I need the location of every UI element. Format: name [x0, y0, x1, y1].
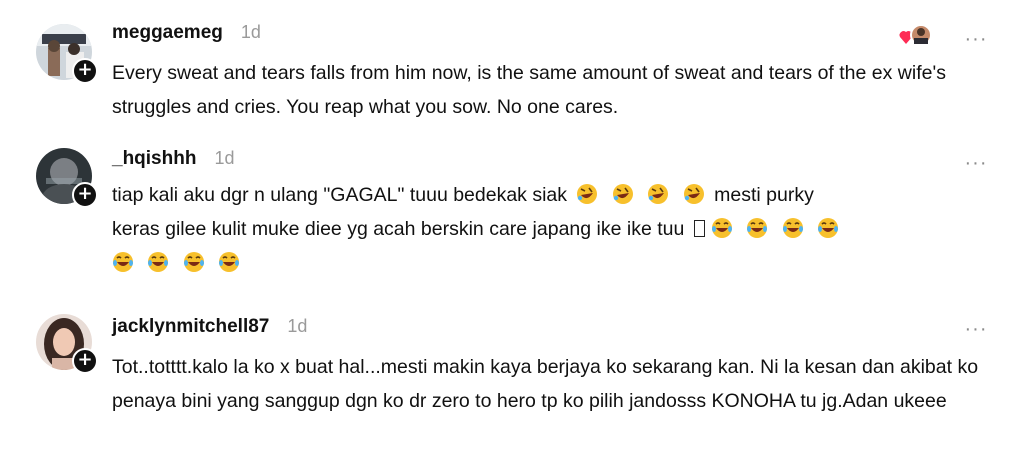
rolling-laughing-emoji-icon	[683, 184, 704, 204]
comment-timestamp: 1d	[240, 22, 261, 42]
rolling-laughing-emoji-icon	[648, 184, 669, 204]
tears-of-joy-emoji-icon	[148, 252, 169, 272]
comment-timestamp: 1d	[287, 316, 308, 336]
rolling-laughing-emoji-icon	[612, 184, 633, 204]
comment-text-part: mesti purky	[714, 184, 814, 206]
comment-text: Tot..totttt.kalo la ko x buat hal...mest…	[112, 356, 979, 412]
avatar[interactable]: +	[36, 314, 98, 374]
comment-item: + meggaemeg 1d ··· Every sweat and tears…	[0, 0, 1024, 130]
missing-glyph-icon	[693, 220, 705, 237]
comment-text: Every sweat and tears falls from him now…	[112, 62, 946, 118]
follow-plus-icon[interactable]: +	[72, 58, 98, 84]
tears-of-joy-emoji-icon	[711, 218, 732, 238]
comment-text-part: tiap kali aku dgr n ulang "GAGAL" tuuu b…	[112, 184, 568, 206]
comment-item: + jacklynmitchell87 1d ··· Tot..totttt.k…	[0, 290, 1024, 457]
tears-of-joy-emoji-icon	[219, 252, 240, 272]
comment-username[interactable]: jacklynmitchell87	[112, 316, 269, 338]
avatar[interactable]: +	[36, 24, 98, 84]
comment-item: + _hqishhh 1d ··· tiap kali aku dgr n ul…	[0, 130, 1024, 290]
comment-timestamp: 1d	[214, 148, 235, 168]
tears-of-joy-emoji-icon	[183, 252, 204, 272]
avatar[interactable]: +	[36, 148, 98, 208]
more-options-button[interactable]: ···	[962, 29, 990, 54]
tears-of-joy-emoji-icon	[818, 218, 839, 238]
tears-of-joy-emoji-icon	[747, 218, 768, 238]
comment-text: tiap kali aku dgr n ulang "GAGAL" tuuu b…	[112, 178, 992, 280]
more-options-button[interactable]: ···	[962, 153, 990, 178]
creator-liked-icon	[898, 24, 934, 48]
comment-username[interactable]: meggaemeg	[112, 22, 223, 44]
tears-of-joy-emoji-icon	[113, 252, 133, 272]
comment-text-part: keras gilee kulit muke diee yg acah bers…	[112, 218, 685, 240]
more-options-button[interactable]: ···	[962, 319, 990, 344]
follow-plus-icon[interactable]: +	[72, 182, 98, 208]
comment-username[interactable]: _hqishhh	[112, 148, 196, 170]
follow-plus-icon[interactable]: +	[72, 348, 98, 374]
rolling-laughing-emoji-icon	[577, 184, 598, 204]
tears-of-joy-emoji-icon	[782, 218, 803, 238]
